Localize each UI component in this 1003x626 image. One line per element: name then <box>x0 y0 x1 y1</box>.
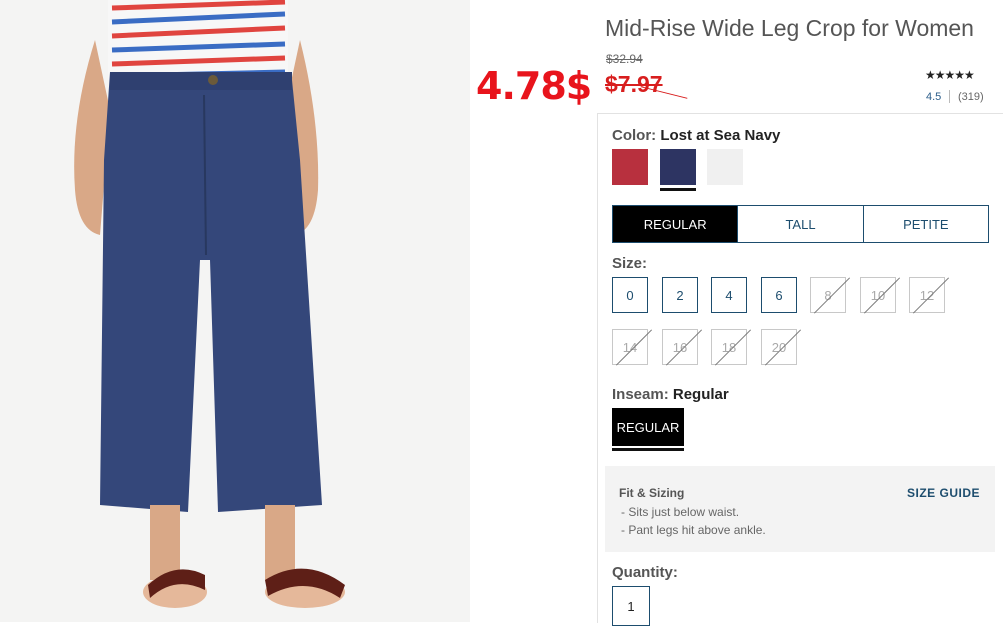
color-swatch-navy[interactable] <box>660 149 696 185</box>
size-button-20-unavailable[interactable]: 20 <box>761 329 797 365</box>
size-button-16-unavailable[interactable]: 16 <box>662 329 698 365</box>
inseam-regular-button[interactable]: REGULAR <box>612 408 684 446</box>
quantity-label: Quantity: <box>612 564 678 581</box>
color-swatch-red[interactable] <box>612 149 648 185</box>
inseam-label: Inseam: Regular <box>612 386 729 403</box>
fit-sizing-title: Fit & Sizing <box>619 486 685 500</box>
size-button-10-unavailable[interactable]: 10 <box>860 277 896 313</box>
selected-inseam-indicator <box>612 448 684 451</box>
rating-stars-icon[interactable]: ★★★★★ <box>925 68 975 82</box>
sale-price: $7.97 <box>605 71 663 97</box>
inseam-label-text: Inseam: <box>612 386 669 403</box>
tab-regular[interactable]: REGULAR <box>613 206 739 242</box>
size-button-14-unavailable[interactable]: 14 <box>612 329 648 365</box>
rating-divider <box>949 90 950 103</box>
fit-tabs: REGULAR TALL PETITE <box>612 205 989 243</box>
fit-detail-item: - Pant legs hit above ankle. <box>621 523 766 537</box>
size-button-8-unavailable[interactable]: 8 <box>810 277 846 313</box>
quantity-input[interactable]: 1 <box>612 586 650 626</box>
size-guide-link[interactable]: SIZE GUIDE <box>907 486 980 500</box>
product-image[interactable] <box>0 0 470 622</box>
size-button-2[interactable]: 2 <box>662 277 698 313</box>
size-button-6[interactable]: 6 <box>761 277 797 313</box>
tab-tall[interactable]: TALL <box>738 206 864 242</box>
selected-color-name: Lost at Sea Navy <box>660 127 781 144</box>
promo-price: 4.78$ <box>476 64 592 108</box>
rating-value[interactable]: 4.5 <box>926 91 941 103</box>
size-button-12-unavailable[interactable]: 12 <box>909 277 945 313</box>
size-button-18-unavailable[interactable]: 18 <box>711 329 747 365</box>
color-label: Color: Lost at Sea Navy <box>612 127 780 144</box>
fit-detail-item: - Sits just below waist. <box>621 505 740 519</box>
selected-swatch-indicator <box>660 188 696 191</box>
product-title: Mid-Rise Wide Leg Crop for Women <box>605 15 974 41</box>
tab-petite[interactable]: PETITE <box>864 206 988 242</box>
size-label: Size: <box>612 255 648 272</box>
original-price: $32.94 <box>606 52 643 66</box>
review-count[interactable]: (319) <box>958 91 984 103</box>
size-button-0[interactable]: 0 <box>612 277 648 313</box>
size-button-4[interactable]: 4 <box>711 277 747 313</box>
color-label-text: Color: <box>612 127 657 144</box>
color-swatch-white[interactable] <box>707 149 743 185</box>
selected-inseam: Regular <box>672 386 729 403</box>
